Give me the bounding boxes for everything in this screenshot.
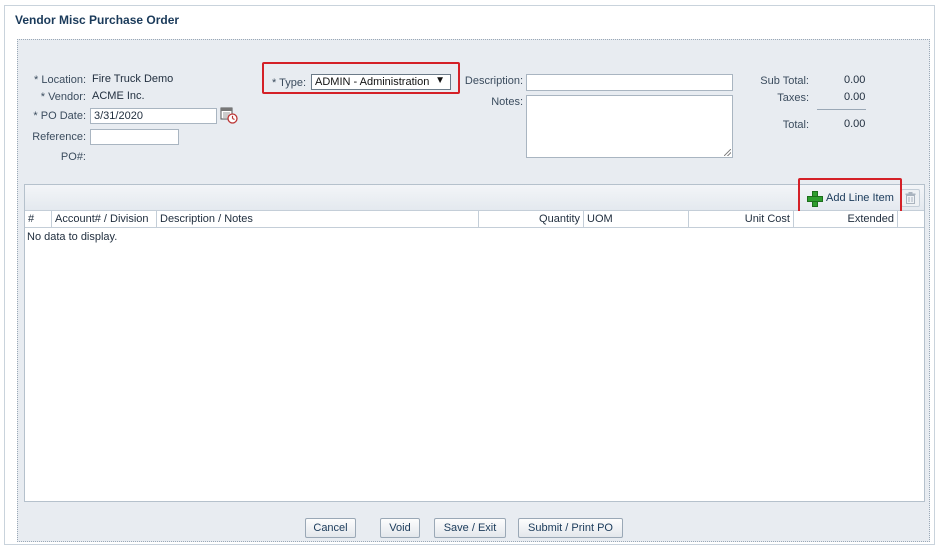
notes-label: Notes: <box>491 96 523 108</box>
description-input[interactable] <box>526 74 733 91</box>
grid-empty-message: No data to display. <box>27 231 118 243</box>
column-header-account[interactable]: Account# / Division <box>52 211 157 227</box>
column-header-unit-cost[interactable]: Unit Cost <box>689 211 794 227</box>
location-value: Fire Truck Demo <box>92 73 174 85</box>
trash-icon <box>905 192 916 204</box>
po-date-input[interactable]: 3/31/2020 <box>90 108 217 124</box>
purchase-order-window: Vendor Misc Purchase Order * Location: F… <box>4 5 935 545</box>
column-header-uom[interactable]: UOM <box>584 211 689 227</box>
notes-textarea[interactable] <box>526 95 733 158</box>
subtotal-label: Sub Total: <box>760 75 809 87</box>
void-button[interactable]: Void <box>380 518 420 538</box>
total-label: Total: <box>782 119 809 131</box>
calendar-icon[interactable] <box>220 106 238 124</box>
resize-grip-icon[interactable] <box>724 149 731 156</box>
po-date-label: * PO Date: <box>33 110 86 122</box>
form-body: * Location: Fire Truck Demo * Vendor: AC… <box>17 39 930 542</box>
vendor-value: ACME Inc. <box>92 90 145 102</box>
column-header-extended[interactable]: Extended <box>794 211 898 227</box>
reference-input[interactable] <box>90 129 179 145</box>
subtotal-value: 0.00 <box>844 74 866 86</box>
reference-label: Reference: <box>32 131 86 143</box>
line-items-panel: Add Line Item # Account# / Division Desc <box>24 178 925 502</box>
submit-print-button[interactable]: Submit / Print PO <box>518 518 623 538</box>
vendor-label: * Vendor: <box>40 91 86 103</box>
type-select[interactable]: ADMIN - Administration ▼ <box>311 74 451 90</box>
delete-line-item-button[interactable] <box>901 189 920 207</box>
window-title: Vendor Misc Purchase Order <box>15 13 180 27</box>
add-line-item-highlight-box <box>798 178 902 214</box>
grid-header: # Account# / Division Description / Note… <box>25 211 924 228</box>
type-select-value: ADMIN - Administration <box>315 76 430 88</box>
column-header-number[interactable]: # <box>25 211 52 227</box>
grid-toolbar: Add Line Item <box>25 185 924 211</box>
taxes-label: Taxes: <box>777 92 809 104</box>
column-header-description[interactable]: Description / Notes <box>157 211 479 227</box>
save-exit-button[interactable]: Save / Exit <box>434 518 506 538</box>
totals-divider <box>817 109 866 110</box>
taxes-value: 0.00 <box>844 91 866 103</box>
location-label: * Location: <box>34 74 86 86</box>
total-value: 0.00 <box>844 118 866 130</box>
column-header-quantity[interactable]: Quantity <box>479 211 584 227</box>
type-label: * Type: <box>271 77 306 89</box>
dropdown-arrow-icon: ▼ <box>435 75 445 86</box>
cancel-button[interactable]: Cancel <box>305 518 356 538</box>
description-label: Description: <box>464 75 523 87</box>
po-number-label: PO#: <box>60 151 86 163</box>
